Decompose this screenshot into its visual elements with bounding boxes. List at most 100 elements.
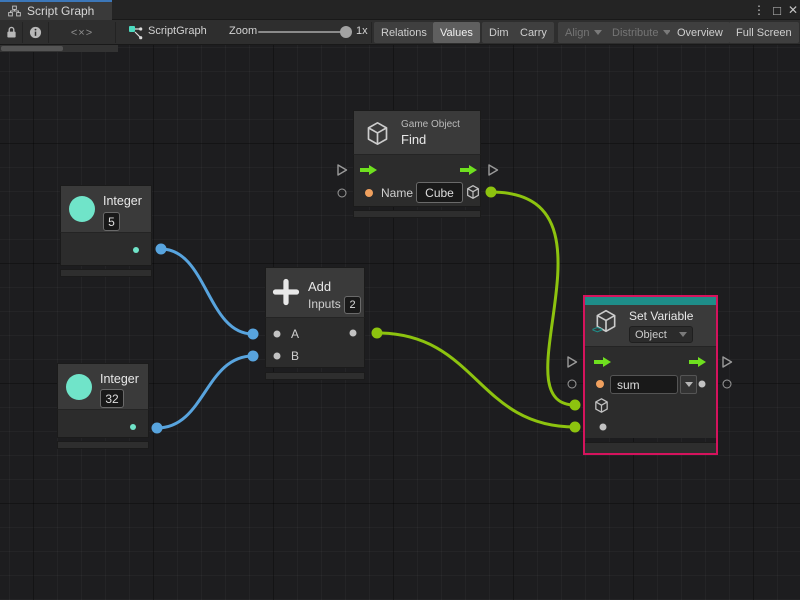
node-set-variable[interactable]: <> Set Variable Object sum — [583, 295, 718, 455]
find-name-port[interactable] — [338, 189, 347, 198]
full-screen-button[interactable]: Full Screen — [729, 22, 799, 43]
carry-button[interactable]: Carry — [513, 22, 554, 43]
info-button[interactable] — [22, 21, 48, 44]
variable-name-input[interactable]: sum — [610, 375, 678, 394]
flow-out-arrow-icon[interactable] — [459, 164, 478, 176]
find-flow-input-port[interactable] — [336, 163, 348, 177]
integer-output-pin[interactable] — [130, 424, 136, 430]
zoom-slider-track[interactable] — [258, 31, 344, 33]
graph-name-label: ScriptGraph — [148, 25, 207, 37]
info-icon — [29, 26, 42, 39]
script-graph-window: { "colors": { "wire-blue": "#58a4de", "w… — [0, 0, 800, 600]
distribute-dropdown-button[interactable]: Distribute — [605, 22, 678, 43]
node-integer-b-body[interactable] — [57, 410, 149, 438]
overview-button[interactable]: Overview — [670, 22, 730, 43]
window-close-button[interactable]: ✕ — [786, 0, 800, 20]
align-dropdown-button[interactable]: Align — [558, 22, 609, 43]
close-icon: ✕ — [788, 3, 798, 17]
button-label: Full Screen — [736, 27, 792, 39]
dim-button[interactable]: Dim — [482, 22, 516, 43]
variable-name-input-pin[interactable] — [596, 380, 604, 388]
button-label: Carry — [520, 27, 547, 39]
name-label: Name — [381, 186, 413, 200]
zoom-slider-handle[interactable] — [340, 26, 352, 38]
integer-type-icon — [69, 196, 95, 222]
canvas-scrollbar-thumb[interactable] — [1, 46, 63, 51]
integer-value-input[interactable]: 32 — [100, 389, 124, 408]
lock-icon — [6, 26, 17, 39]
node-find-body[interactable]: Name Cube — [353, 155, 481, 207]
node-add-body[interactable]: A B — [265, 318, 365, 368]
relations-button[interactable]: Relations — [374, 22, 434, 43]
toolbar-separator — [371, 22, 372, 43]
add-input-a-pin[interactable] — [274, 331, 281, 338]
node-title: Find — [401, 132, 426, 147]
node-title: Add — [308, 279, 331, 294]
find-name-input-pin[interactable] — [365, 189, 373, 197]
node-integer-b-header[interactable]: Integer 32 — [57, 363, 149, 410]
integer-value-input[interactable]: 5 — [103, 212, 120, 231]
setvar-flow-input-port[interactable] — [566, 355, 578, 369]
setvar-name-port[interactable] — [568, 380, 577, 389]
connection-dot[interactable] — [156, 244, 167, 255]
connection-dot[interactable] — [372, 328, 383, 339]
connection-dot[interactable] — [248, 351, 259, 362]
button-label: Relations — [381, 27, 427, 39]
setvar-flow-output-port[interactable] — [721, 355, 733, 369]
window-maximize-button[interactable]: □ — [768, 0, 786, 20]
toolbar-separator — [48, 22, 49, 43]
zoom-label: Zoom — [229, 25, 257, 37]
zoom-value: 1x — [356, 25, 368, 37]
window-menu-button[interactable]: ⋮ — [750, 0, 768, 20]
script-graph-asset-icon — [128, 25, 143, 40]
flow-in-arrow-icon[interactable] — [359, 164, 378, 176]
setvar-value-input-pin[interactable] — [600, 424, 607, 431]
variable-scope-dropdown[interactable]: Object — [629, 326, 693, 343]
node-setvar-footer — [585, 442, 716, 453]
node-setvar-header[interactable]: <> Set Variable Object — [585, 305, 716, 347]
find-flow-output-port[interactable] — [487, 163, 499, 177]
connection-dot[interactable] — [486, 187, 497, 198]
add-input-b-pin[interactable] — [274, 353, 281, 360]
setvar-output-port[interactable] — [723, 380, 732, 389]
inputs-count-input[interactable]: 2 — [344, 296, 361, 314]
button-label: Overview — [677, 27, 723, 39]
setvar-output-pin[interactable] — [699, 381, 706, 388]
game-object-output-icon[interactable] — [465, 184, 481, 200]
node-category: Game Object — [401, 119, 460, 130]
node-find-header[interactable]: Game Object Find — [353, 110, 481, 155]
flow-out-arrow-icon[interactable] — [688, 356, 707, 368]
code-preview-button[interactable]: <×> — [62, 21, 102, 44]
variable-kind-strip — [585, 297, 716, 305]
inputs-label: Inputs — [308, 297, 341, 311]
add-output-pin[interactable] — [350, 330, 357, 337]
node-title: Set Variable — [629, 309, 693, 323]
chevron-down-icon — [594, 30, 602, 35]
connection-dot[interactable] — [570, 400, 581, 411]
node-title: Integer — [103, 194, 142, 208]
button-label: Align — [565, 27, 589, 39]
node-add-header[interactable]: Add Inputs 2 — [265, 267, 365, 318]
node-find-footer — [353, 210, 481, 218]
chevron-down-icon — [679, 332, 687, 337]
node-integer-a-header[interactable]: Integer 5 — [60, 185, 152, 233]
values-button[interactable]: Values — [433, 22, 480, 43]
find-name-input[interactable]: Cube — [416, 182, 463, 203]
button-label: Distribute — [612, 27, 658, 39]
button-label: Values — [440, 27, 473, 39]
tab-script-graph[interactable]: Script Graph — [0, 0, 112, 20]
integer-type-icon — [66, 374, 92, 400]
variable-picker-button[interactable] — [680, 375, 697, 394]
connection-dot[interactable] — [570, 422, 581, 433]
node-integer-b-footer — [57, 441, 149, 449]
node-integer-a-body[interactable] — [60, 233, 152, 266]
node-setvar-body[interactable]: sum — [585, 347, 716, 438]
game-object-cube-icon — [364, 120, 391, 147]
connection-dot[interactable] — [152, 423, 163, 434]
target-object-pin-icon[interactable] — [593, 397, 610, 414]
lock-button[interactable] — [0, 21, 22, 44]
connection-dot[interactable] — [248, 329, 259, 340]
integer-output-pin[interactable] — [133, 247, 139, 253]
flow-in-arrow-icon[interactable] — [593, 356, 612, 368]
port-b-label: B — [291, 349, 299, 363]
